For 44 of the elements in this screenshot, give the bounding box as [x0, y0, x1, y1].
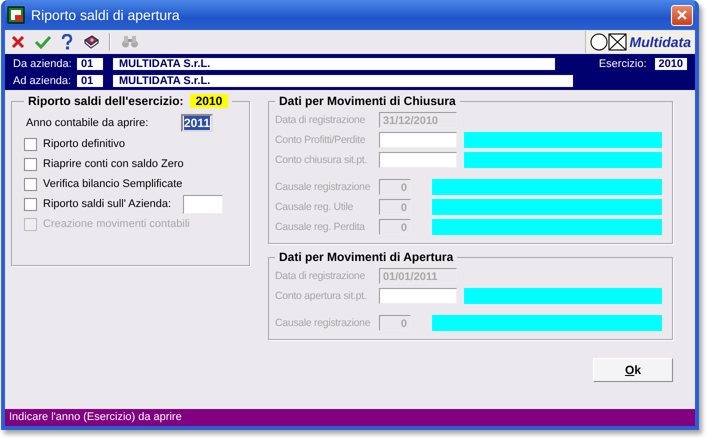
- field-label: Da azienda:: [13, 58, 73, 70]
- checkbox-label[interactable]: Riporto saldi sull' Azienda:: [43, 198, 172, 210]
- checkmark-icon[interactable]: [35, 35, 51, 49]
- binoculars-icon[interactable]: [121, 35, 139, 49]
- company-code-field[interactable]: 01: [77, 58, 103, 70]
- app-icon: [7, 6, 25, 24]
- checkbox[interactable]: [24, 158, 37, 170]
- field-label: Conto Profitti/Perdite: [275, 134, 366, 146]
- company-input[interactable]: [183, 194, 224, 214]
- ok-button[interactable]: Ok: [593, 358, 673, 382]
- close-button[interactable]: [671, 4, 693, 26]
- checkbox[interactable]: [24, 178, 37, 190]
- company-name-field: MULTIDATA S.r.L.: [113, 75, 573, 87]
- checkbox-label[interactable]: Riporto definitivo: [43, 138, 125, 150]
- field-label: Data di registrazione: [275, 270, 366, 282]
- field-label: Causale registrazione: [275, 181, 372, 193]
- company-code-field[interactable]: 01: [77, 75, 103, 87]
- checkbox[interactable]: [24, 138, 37, 150]
- group-title: Riporto saldi dell'esercizio:: [28, 94, 184, 108]
- field-label: Esercizio:: [598, 58, 647, 70]
- book-icon[interactable]: [83, 34, 99, 50]
- group-title: Dati per Movimenti di Apertura: [279, 250, 454, 264]
- field-label: Conto apertura sit.pt.: [275, 290, 368, 302]
- close-icon[interactable]: [677, 10, 687, 20]
- window-title: Riporto saldi di apertura: [31, 7, 181, 23]
- group-title: Dati per Movimenti di Chiusura: [279, 94, 456, 108]
- checkbox-label[interactable]: Verifica bilancio Semplificate: [43, 178, 182, 190]
- field-label: Ad azienda:: [13, 75, 72, 87]
- logo: Multidata: [584, 31, 695, 53]
- help-icon[interactable]: [61, 34, 73, 50]
- cancel-icon[interactable]: [11, 35, 25, 49]
- field-label: Data di registrazione: [275, 114, 366, 126]
- checkbox[interactable]: [24, 198, 37, 210]
- field-label: Causale reg. Perdita: [275, 221, 366, 233]
- field-label: Anno contabile da aprire:: [26, 117, 150, 129]
- year-field: 2010: [654, 58, 687, 70]
- field-label: Causale reg. Utile: [275, 201, 354, 213]
- company-name-field: MULTIDATA S.r.L.: [113, 58, 555, 70]
- year-input[interactable]: 2011: [181, 114, 214, 132]
- year-badge: 2010: [190, 94, 228, 108]
- field-label: Causale registrazione: [275, 317, 372, 329]
- checkbox-label[interactable]: Riaprire conti con saldo Zero: [43, 158, 184, 170]
- field-label: Conto chiusura sit.pt.: [275, 154, 368, 166]
- status-bar: Indicare l'anno (Esercizio) da aprire: [5, 409, 695, 426]
